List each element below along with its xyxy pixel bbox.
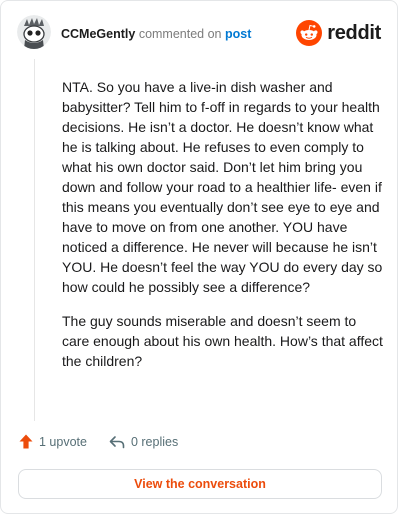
upvote-arrow-icon: [19, 434, 33, 449]
post-link[interactable]: post: [225, 27, 251, 41]
comment-paragraph: The guy sounds miserable and doesn’t see…: [62, 313, 383, 369]
commented-label: commented on: [138, 27, 222, 41]
reddit-snoo-icon: [296, 20, 323, 46]
view-conversation-button[interactable]: View the conversation: [18, 469, 382, 499]
comment-paragraph: NTA. So you have a live-in dish washer a…: [62, 79, 383, 295]
embed-card: CCMeGently commented on post reddit NTA.…: [0, 0, 398, 514]
reddit-wordmark: reddit: [327, 21, 381, 44]
reddit-logo[interactable]: reddit: [296, 20, 381, 46]
comment-header: CCMeGently commented on post: [61, 26, 251, 42]
replies-count: 0 replies: [130, 434, 179, 449]
replies-button[interactable]: 0 replies: [109, 435, 178, 449]
comment-actions: 1 upvote 0 replies: [19, 434, 200, 449]
thread-line: [34, 59, 35, 421]
upvote-count: 1 upvote: [39, 434, 87, 449]
reply-arrow-icon: [109, 435, 125, 448]
username[interactable]: CCMeGently: [61, 27, 135, 41]
snoo-avatar-icon: [17, 15, 51, 49]
upvote-button[interactable]: 1 upvote: [19, 434, 87, 449]
avatar[interactable]: [17, 15, 51, 49]
comment-body: NTA. So you have a live-in dish washer a…: [62, 77, 387, 385]
